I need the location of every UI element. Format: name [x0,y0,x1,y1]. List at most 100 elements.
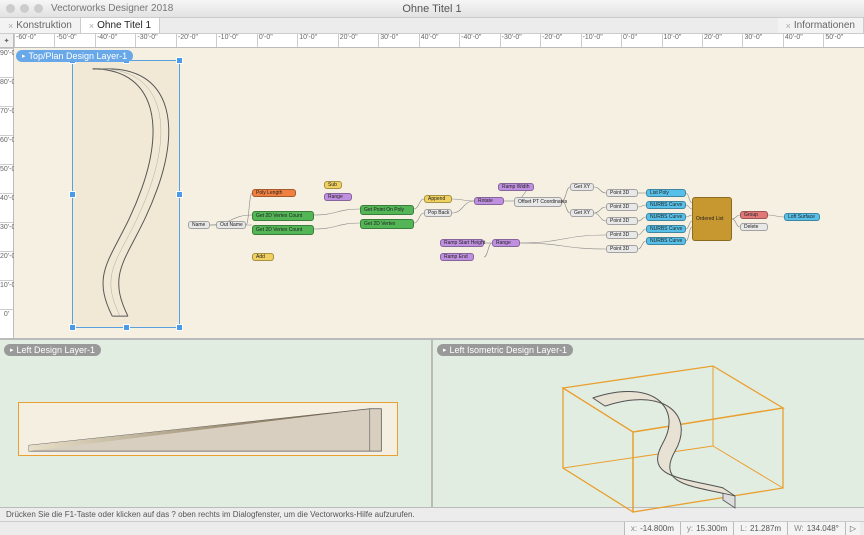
graph-node[interactable]: Loft Surface [784,213,820,221]
coord-x: x: -14.800m [624,522,680,535]
horizontal-ruler: ✦ -60'-0"-50'-0"-40'-0"-30'-0"-20'-0"-10… [0,34,864,48]
close-icon[interactable]: × [786,21,791,31]
iso-object[interactable] [533,358,793,516]
graph-node[interactable]: Pop Back [424,209,452,217]
selection-handle[interactable] [176,191,183,198]
graph-node[interactable]: Rotate [474,197,504,205]
close-icon[interactable]: × [89,21,94,31]
graph-node[interactable]: Add [252,253,274,261]
selection-handle[interactable] [176,57,183,64]
zoom-icon[interactable] [34,4,43,13]
ruler-tick: 40'-0" [419,34,459,47]
graph-node[interactable]: Ramp Start Height [440,239,484,247]
graph-node[interactable]: NURBS Curve [646,225,686,233]
window-controls[interactable] [6,4,43,13]
ruler-tick: -20'-0" [176,34,216,47]
iso-viewport[interactable]: ▸ Left Isometric Design Layer-1 [433,340,864,507]
close-icon[interactable]: × [8,21,13,31]
graph-node[interactable]: Range [492,239,520,247]
ruler-tick: -50'-0" [54,34,94,47]
ruler-tick: 10'-0" [297,34,337,47]
view-label-top[interactable]: ▸ Top/Plan Design Layer-1 [16,50,133,62]
graph-node[interactable]: Out Name [216,221,246,229]
view-label-iso[interactable]: ▸ Left Isometric Design Layer-1 [437,344,573,356]
ruler-tick: 20'-0" [702,34,742,47]
selected-object[interactable] [72,60,180,328]
top-canvas[interactable]: ▸ Top/Plan Design Layer-1 [14,48,864,338]
ruler-tick: -40'-0" [95,34,135,47]
lower-viewports: ▸ Left Design Layer-1 ▸ Left Isometric D… [0,340,864,507]
left-viewport[interactable]: ▸ Left Design Layer-1 [0,340,433,507]
ruler-tick: 70'-0" [0,106,13,135]
ramp-object[interactable] [18,402,398,456]
ruler-tick: 60'-0" [0,135,13,164]
graph-node[interactable]: Point 3D [606,217,638,225]
ruler-tick: -10'-0" [581,34,621,47]
graph-node[interactable]: Delete [740,223,768,231]
graph-node[interactable]: Point 3D [606,189,638,197]
graph-node[interactable]: Point 3D [606,231,638,239]
graph-node[interactable]: Get XY [570,209,594,217]
app-name: Vectorworks Designer 2018 [51,3,173,14]
node-graph[interactable]: Name Out Name Poly Length Get 2D Vertex Cou… [184,153,864,303]
graph-node[interactable]: NURBS Curve [646,237,686,245]
coord-readout: x: -14.800m y: 15.300m L: 21.287m W: 134… [0,522,864,535]
ruler-tick: 50'-0" [0,164,13,193]
close-icon[interactable] [6,4,15,13]
view-label-text: Top/Plan Design Layer-1 [29,51,128,61]
graph-node[interactable]: List Poly [646,189,686,197]
ruler-tick: 10'-0" [0,280,13,309]
graph-node[interactable]: Point 3D [606,245,638,253]
minimize-icon[interactable] [20,4,29,13]
chevron-down-icon: ▸ [10,346,14,354]
graph-node[interactable]: Poly Length [252,189,296,197]
graph-node[interactable]: Point 3D [606,203,638,211]
tab-informationen[interactable]: × Informationen [778,18,864,33]
ruler-tick: 0' [0,309,13,338]
graph-node[interactable]: Ordered List [692,197,732,241]
ruler-tick: 0'-0" [257,34,297,47]
graph-node[interactable]: Offset PT Coordinates [514,197,562,207]
tab-document[interactable]: × Ohne Titel 1 [81,18,160,33]
ramp-shape [19,403,397,455]
ruler-tick: -60'-0" [14,34,54,47]
ruler-tick: 20'-0" [338,34,378,47]
ruler-tick: 10'-0" [662,34,702,47]
graph-node[interactable]: Get 2D Vertex [360,219,414,229]
selection-handle[interactable] [69,191,76,198]
graph-node[interactable]: NURBS Curve [646,201,686,209]
status-play-icon[interactable]: ▷ [845,522,860,535]
scurve-shape [73,61,179,324]
graph-node[interactable]: Append [424,195,452,203]
view-label-left[interactable]: ▸ Left Design Layer-1 [4,344,101,356]
graph-node[interactable]: Sub [324,181,342,189]
iso-shape [533,358,793,516]
graph-node[interactable]: Ramp End [440,253,474,261]
graph-node[interactable]: NURBS Curve [646,213,686,221]
ruler-tick: 30'-0" [0,222,13,251]
graph-node[interactable]: Group [740,211,768,219]
ruler-tick: 30'-0" [378,34,418,47]
graph-node[interactable]: Ramp Width [498,183,534,191]
graph-node[interactable]: Get XY [570,183,594,191]
selection-handle[interactable] [123,324,130,331]
vertical-ruler: 90'-0"80'-0"70'-0"60'-0"50'-0"40'-0"30'-… [0,48,14,338]
graph-node[interactable]: Get 2D Vertex Count [252,211,314,221]
selection-handle[interactable] [69,324,76,331]
document-title: Ohne Titel 1 [402,3,461,15]
ruler-tick: 80'-0" [0,77,13,106]
tabs-row: × Konstruktion × Ohne Titel 1 × Informat… [0,18,864,34]
graph-node[interactable]: Get Point On Poly [360,205,414,215]
titlebar: Vectorworks Designer 2018 Ohne Titel 1 [0,0,864,18]
selection-handle[interactable] [176,324,183,331]
graph-node[interactable]: Range [324,193,352,201]
ruler-tick: 40'-0" [0,193,13,222]
top-viewport[interactable]: 90'-0"80'-0"70'-0"60'-0"50'-0"40'-0"30'-… [0,48,864,340]
ruler-origin-icon[interactable]: ✦ [0,34,14,47]
ruler-tick: 50'-0" [823,34,863,47]
tab-konstruktion[interactable]: × Konstruktion [0,18,81,33]
ruler-tick: -40'-0" [459,34,499,47]
ruler-tick: 40'-0" [783,34,823,47]
graph-node[interactable]: Name [188,221,210,229]
graph-node[interactable]: Get 2D Vertex Count [252,225,314,235]
